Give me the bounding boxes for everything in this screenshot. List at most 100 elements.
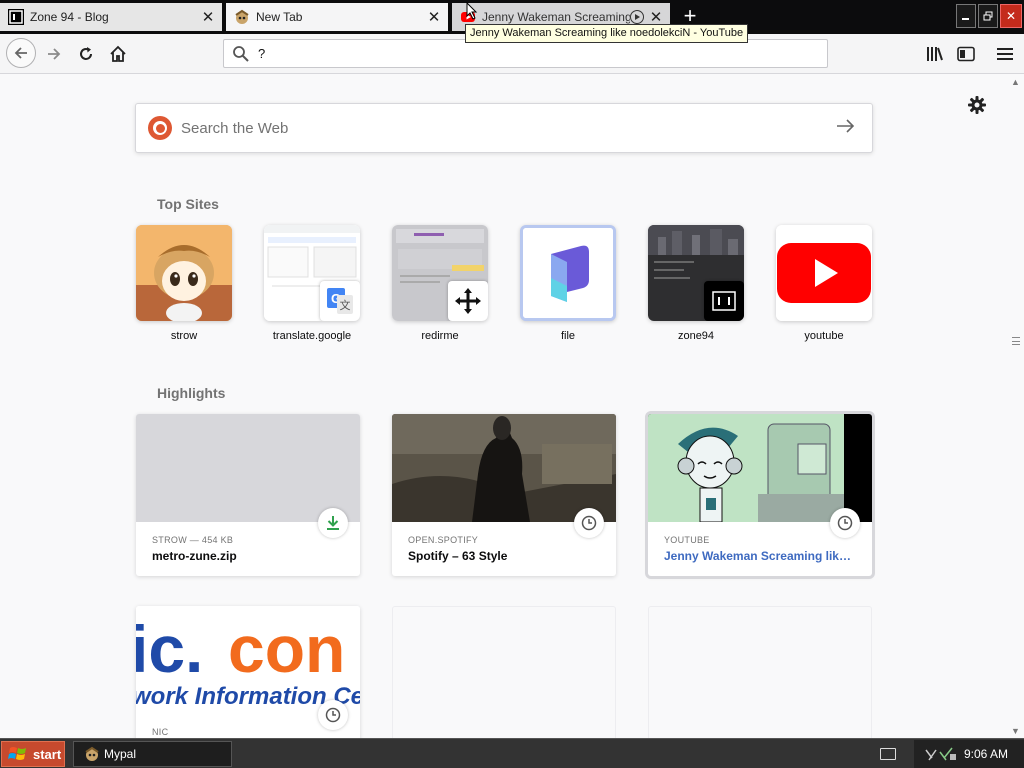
card-title: Spotify – 63 Style (408, 549, 508, 563)
vertical-scrollbar[interactable]: ▲ ▼ (1007, 75, 1024, 738)
card-title: Jenny Wakeman Screaming like ... (664, 549, 856, 563)
top-sites-heading: Top Sites (157, 196, 219, 212)
scroll-down-arrow-icon[interactable]: ▼ (1011, 726, 1020, 736)
strow-favicon-icon (235, 9, 249, 24)
top-site-strow[interactable]: strow (136, 225, 232, 342)
scroll-up-arrow-icon[interactable]: ▲ (1011, 77, 1020, 87)
site-thumbnail (520, 225, 616, 321)
tab-close-icon[interactable]: ✕ (200, 9, 216, 26)
tab-title: Zone 94 - Blog (30, 10, 109, 24)
site-label: translate.google (272, 330, 352, 342)
highlight-card-spotify[interactable]: OPEN.SPOTIFY Spotify – 63 Style (392, 414, 616, 576)
site-label: redirme (421, 330, 459, 342)
system-tray: 9:06 AM (914, 740, 1024, 768)
svg-text:con: con (228, 612, 345, 686)
move-arrows-icon (448, 281, 488, 321)
card-thumbnail (392, 414, 616, 522)
site-label: zone94 (677, 330, 715, 342)
taskbar: start Mypal 9:06 AM (0, 738, 1024, 768)
new-tab-page: ▲ ▼ Top Sites strow (0, 75, 1024, 738)
site-thumbnail: G 文 (264, 225, 360, 321)
card-source: YOUTUBE (664, 535, 710, 545)
clock[interactable]: 9:06 AM (964, 747, 1008, 761)
spotify-video-still (392, 414, 616, 522)
tab-tooltip: Jenny Wakeman Screaming like noedolekciN… (465, 24, 749, 43)
download-icon (318, 508, 348, 538)
forward-arrow-icon[interactable] (40, 40, 68, 68)
web-search-box[interactable] (135, 103, 873, 153)
library-icon[interactable] (924, 43, 946, 65)
taskbar-item-label: Mypal (104, 747, 137, 761)
site-thumbnail (776, 225, 872, 321)
card-title: metro-zune.zip (152, 549, 237, 563)
mypal-app-icon (85, 746, 99, 761)
address-bar-value: ? (258, 46, 266, 61)
start-button[interactable]: start (1, 741, 65, 767)
restore-icon[interactable] (978, 4, 998, 28)
zone94-favicon-icon (8, 9, 24, 25)
address-bar[interactable]: ? (223, 39, 828, 68)
tab-close-icon[interactable]: ✕ (426, 9, 442, 26)
card-source: OPEN.SPOTIFY (408, 535, 479, 545)
site-thumbnail (136, 225, 232, 321)
reload-icon[interactable] (72, 40, 100, 68)
minimize-icon[interactable] (956, 4, 976, 28)
search-go-arrow-icon[interactable] (836, 117, 856, 140)
search-icon (233, 45, 249, 62)
scrollbar-thumb[interactable] (1012, 337, 1020, 345)
card-source: NIC (152, 727, 169, 737)
top-site-youtube[interactable]: youtube (776, 225, 872, 342)
close-icon[interactable]: ✕ (1000, 4, 1022, 28)
tab-title: New Tab (256, 10, 303, 24)
card-thumbnail (648, 414, 872, 522)
card-source: STROW — 454 KB (152, 535, 234, 545)
card-thumbnail (136, 414, 360, 522)
top-site-redirme[interactable]: redirme (392, 225, 488, 342)
keyboard-icon[interactable] (880, 748, 896, 760)
taskbar-item-mypal[interactable]: Mypal (73, 741, 232, 767)
site-thumbnail (648, 225, 744, 321)
clock-icon (830, 508, 860, 538)
highlight-card-placeholder (392, 606, 616, 738)
site-label: strow (170, 330, 198, 342)
mouse-pointer-icon (466, 2, 478, 20)
nic-logo-image: ic. con work Information Cer (136, 612, 360, 710)
highlight-card-nic[interactable]: ic. con work Information Cer NIC (136, 606, 360, 738)
tab-zone94-blog[interactable]: Zone 94 - Blog ✕ (0, 3, 222, 31)
audio-playing-icon[interactable] (630, 10, 644, 24)
home-icon[interactable] (104, 40, 132, 68)
svg-text:文: 文 (340, 298, 351, 312)
site-label: youtube (804, 330, 844, 342)
site-thumbnail (392, 225, 488, 321)
strow-character-image (136, 225, 232, 321)
zone94-logo-icon (704, 281, 744, 321)
start-label: start (33, 746, 62, 762)
clock-icon (318, 700, 348, 730)
google-translate-icon: G 文 (320, 281, 360, 321)
svg-text:ic.: ic. (136, 612, 203, 686)
highlight-card-placeholder (648, 606, 872, 738)
file-app-logo (523, 228, 613, 318)
site-label: file (560, 330, 576, 342)
highlight-card-metro-zune[interactable]: STROW — 454 KB metro-zune.zip (136, 414, 360, 576)
sidebar-toggle-icon[interactable] (955, 43, 977, 65)
top-site-file[interactable]: file (520, 225, 616, 342)
highlights-heading: Highlights (157, 385, 226, 401)
top-site-zone94[interactable]: zone94 (648, 225, 744, 342)
tab-close-icon[interactable]: ✕ (648, 9, 664, 26)
tab-new-tab[interactable]: New Tab ✕ (226, 3, 448, 31)
duckduckgo-logo-icon (148, 116, 172, 140)
hamburger-menu-icon[interactable] (994, 43, 1016, 65)
gear-icon[interactable] (966, 94, 988, 116)
youtube-logo-icon (776, 225, 872, 321)
top-site-translate-google[interactable]: G 文 translate.google (264, 225, 360, 342)
clock-icon (574, 508, 604, 538)
jenny-wakeman-video-still (648, 414, 872, 522)
windows-flag-icon (8, 747, 26, 760)
tab-title: Jenny Wakeman Screaming like noedolekciN… (482, 10, 630, 24)
back-arrow-icon[interactable] (6, 38, 36, 68)
web-search-input[interactable] (181, 119, 836, 137)
highlight-card-jenny-wakeman[interactable]: YOUTUBE Jenny Wakeman Screaming like ... (648, 414, 872, 576)
card-thumbnail: ic. con work Information Cer (136, 606, 360, 714)
tray-network-icons[interactable] (924, 746, 958, 762)
